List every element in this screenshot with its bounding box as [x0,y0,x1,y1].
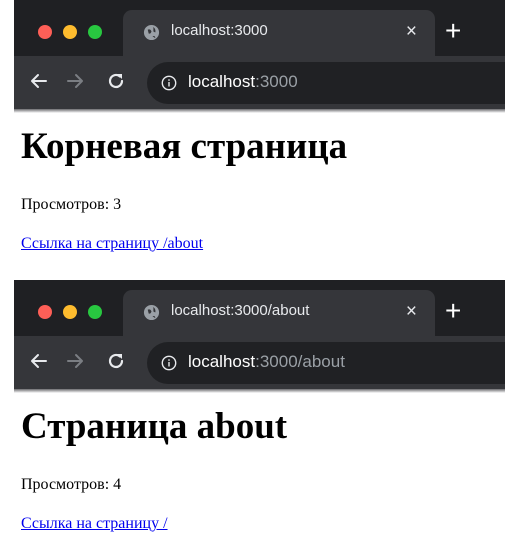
page-title: Корневая страница [21,126,348,167]
tab-active[interactable]: localhost:3000 × [123,10,435,56]
view-counter: Просмотров: 4 [21,476,122,493]
address-bar[interactable]: localhost:3000 [147,62,505,104]
reload-icon[interactable] [105,350,127,372]
minimize-window-button[interactable] [63,305,77,319]
url-path: :3000/about [255,352,345,371]
globe-icon [143,24,160,41]
url-host: localhost [188,72,256,91]
zoom-window-button[interactable] [88,25,102,39]
toolbar-divider [14,389,505,393]
forward-arrow-icon[interactable] [64,350,86,372]
close-icon[interactable]: × [406,300,417,324]
url-host: localhost [188,352,256,371]
root-page-link[interactable]: Ссылка на страницу / [21,515,168,533]
reload-icon[interactable] [105,70,127,92]
close-icon[interactable]: × [406,20,417,44]
info-icon[interactable] [161,355,177,371]
toolbar-divider [14,109,505,113]
page-title: Страница about [21,406,288,447]
about-page-link[interactable]: Ссылка на страницу /about [21,235,203,253]
tab-strip: localhost:3000/about × + [14,280,505,336]
info-icon[interactable] [161,75,177,91]
url-text: localhost:3000 [188,72,298,92]
view-counter: Просмотров: 3 [21,196,122,213]
zoom-window-button[interactable] [88,305,102,319]
tab-title: localhost:3000 [171,22,268,39]
back-arrow-icon[interactable] [28,350,50,372]
tab-strip: localhost:3000 × + [14,0,505,56]
plus-icon[interactable]: + [445,297,461,325]
close-window-button[interactable] [38,305,52,319]
tab-title: localhost:3000/about [171,302,310,319]
back-arrow-icon[interactable] [28,70,50,92]
url-path: :3000 [255,72,298,91]
plus-icon[interactable]: + [445,17,461,45]
toolbar: localhost:3000/about [14,336,505,389]
tab-active[interactable]: localhost:3000/about × [123,290,435,336]
minimize-window-button[interactable] [63,25,77,39]
toolbar: localhost:3000 [14,56,505,109]
url-text: localhost:3000/about [188,352,345,372]
close-window-button[interactable] [38,25,52,39]
address-bar[interactable]: localhost:3000/about [147,342,505,384]
forward-arrow-icon[interactable] [64,70,86,92]
globe-icon [143,304,160,321]
